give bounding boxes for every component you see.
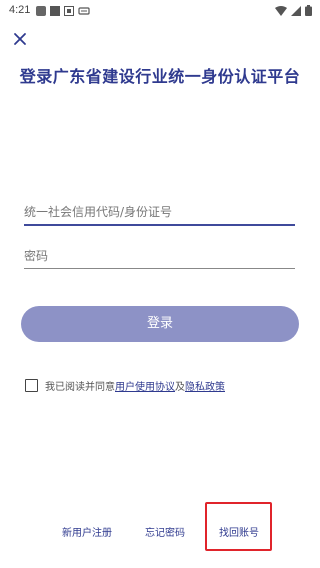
forgot-password-link[interactable]: 忘记密码: [145, 524, 185, 539]
agreement-prefix: 我已阅读并同意: [45, 381, 115, 393]
account-input[interactable]: [24, 198, 295, 226]
agreement-row: 我已阅读并同意 用户使用协议 及 隐私政策: [25, 377, 225, 393]
status-bar: 4:21: [0, 0, 320, 22]
battery-icon: [305, 5, 312, 16]
agreement-conjunction: 及: [175, 381, 185, 393]
agreement-checkbox[interactable]: [25, 378, 38, 392]
page-title: 登录广东省建设行业统一身份认证平台: [19, 67, 301, 86]
privacy-policy-link[interactable]: 隐私政策: [185, 378, 225, 393]
status-icons-right: [275, 5, 312, 16]
notification-a-icon: [64, 6, 74, 16]
signal-icon: [291, 5, 301, 16]
user-agreement-link[interactable]: 用户使用协议: [115, 378, 175, 393]
account-field: [24, 198, 295, 226]
highlight-box: [205, 502, 272, 551]
square-icon: [50, 6, 60, 16]
close-icon: [14, 33, 26, 45]
password-underline: [24, 268, 295, 269]
status-icons-left: [36, 6, 90, 16]
gear-icon: [36, 6, 46, 16]
password-field: [24, 243, 295, 269]
mini-icon: [78, 7, 90, 15]
account-underline: [24, 224, 295, 226]
status-time: 4:21: [9, 4, 31, 16]
login-button[interactable]: 登录: [21, 306, 299, 342]
register-link[interactable]: 新用户注册: [62, 524, 112, 539]
password-input[interactable]: [24, 243, 295, 269]
close-button[interactable]: [9, 28, 31, 50]
wifi-icon: [275, 5, 287, 16]
